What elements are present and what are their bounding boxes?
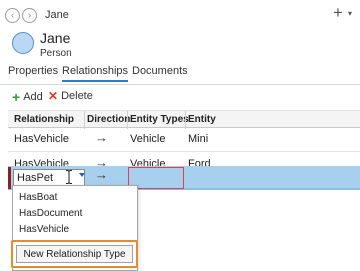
- cell-entity: Mini: [188, 133, 209, 145]
- direction-arrow-icon: →: [95, 130, 108, 145]
- column-header-entity-types[interactable]: Entity Types: [130, 114, 189, 125]
- add-button[interactable]: + Add: [12, 90, 43, 104]
- entity-name: Jane: [40, 30, 71, 46]
- relationship-type-value: HasPet: [17, 172, 54, 184]
- forward-icon[interactable]: ›: [22, 8, 37, 23]
- window-title: Jane: [45, 9, 69, 21]
- grid-header: Relationship Direction Entity Types Enti…: [8, 110, 360, 129]
- new-relationship-type-highlight: New Relationship Type: [11, 240, 138, 268]
- add-button-label: Add: [23, 91, 43, 103]
- active-tab-indicator: [62, 80, 128, 82]
- dropdown-option[interactable]: HasBoat: [19, 192, 57, 203]
- column-header-entity[interactable]: Entity: [188, 114, 216, 125]
- column-separator[interactable]: [127, 111, 128, 129]
- dropdown-option[interactable]: HasVehicle: [19, 224, 69, 235]
- tab-documents[interactable]: Documents: [132, 65, 188, 77]
- back-icon[interactable]: ‹: [5, 8, 20, 23]
- table-row[interactable]: HasVehicle → Vehicle Mini: [8, 128, 360, 152]
- close-icon: ✕: [48, 89, 59, 103]
- add-menu-chevron-icon[interactable]: ▾: [348, 9, 352, 18]
- column-separator[interactable]: [84, 111, 85, 129]
- text-cursor-icon: [66, 170, 72, 184]
- column-header-direction[interactable]: Direction: [87, 114, 130, 125]
- direction-arrow-icon: →: [95, 167, 108, 182]
- delete-button[interactable]: ✕ Delete: [48, 90, 93, 102]
- add-menu-icon[interactable]: +: [333, 4, 343, 21]
- entity-type: Person: [40, 48, 72, 59]
- avatar: [12, 32, 34, 54]
- tab-relationships[interactable]: Relationships: [62, 65, 128, 77]
- column-separator[interactable]: [185, 111, 186, 129]
- dropdown-option[interactable]: HasDocument: [19, 208, 82, 219]
- cell-entity-type: Vehicle: [130, 133, 166, 145]
- column-header-relationship[interactable]: Relationship: [14, 114, 74, 125]
- tab-divider: [0, 84, 360, 85]
- tab-properties[interactable]: Properties: [8, 65, 58, 77]
- chevron-down-icon[interactable]: [79, 173, 85, 177]
- delete-button-label: Delete: [61, 90, 93, 102]
- plus-icon: +: [12, 89, 21, 105]
- title-bar: ‹ › Jane + ▾: [0, 0, 360, 30]
- row-edit-marker: [8, 167, 11, 189]
- new-relationship-type-button[interactable]: New Relationship Type: [16, 245, 133, 263]
- cell-relationship: HasVehicle: [14, 133, 70, 145]
